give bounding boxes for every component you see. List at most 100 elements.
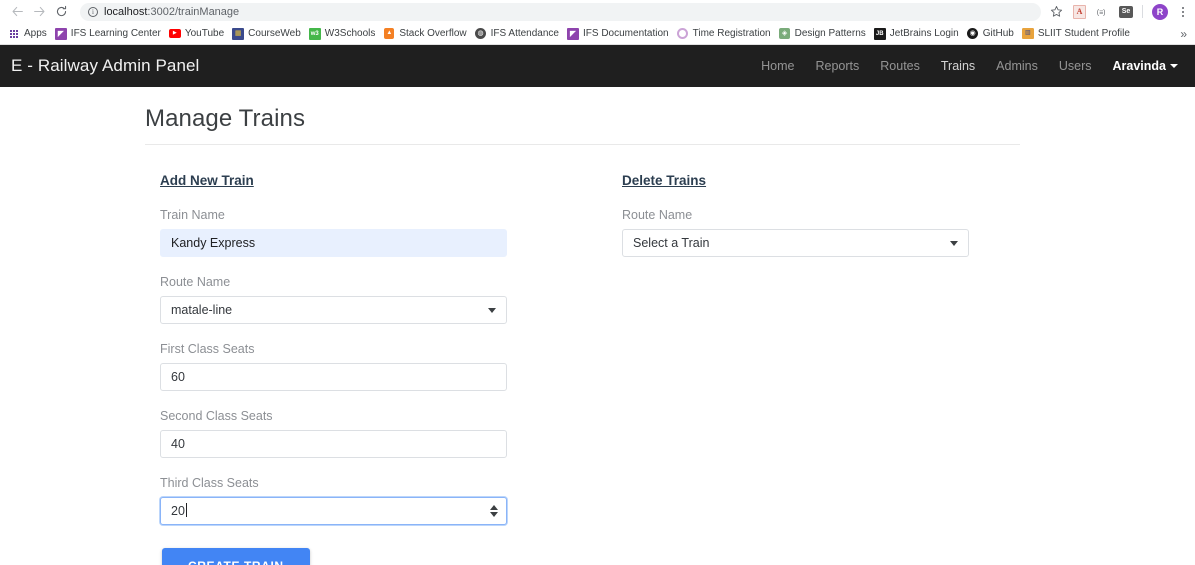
add-train-heading: Add New Train (160, 173, 254, 188)
github-icon: ◉ (967, 28, 979, 40)
bookmark-label: IFS Documentation (583, 28, 669, 39)
url-text: localhost:3002/trainManage (104, 6, 239, 18)
nav-item-reports[interactable]: Reports (816, 59, 860, 73)
bookmark-label: CourseWeb (248, 28, 301, 39)
chevron-down-icon (1170, 64, 1178, 68)
route-name-field: Route Name matale-line (160, 275, 607, 324)
text-cursor (185, 503, 187, 517)
delete-train-select[interactable]: Select a Train (622, 229, 969, 257)
user-name: Aravinda (1112, 59, 1167, 73)
stepper-up-icon[interactable] (490, 505, 498, 510)
nav-item-routes[interactable]: Routes (880, 59, 920, 73)
second-class-seats-input[interactable]: 40 (160, 430, 507, 458)
nav-item-home[interactable]: Home (761, 59, 794, 73)
bookmark-github[interactable]: ◉ GitHub (965, 28, 1020, 40)
apps-grid-icon (8, 28, 20, 40)
bookmark-sliit-student-profile[interactable]: ▥ SLIIT Student Profile (1020, 28, 1136, 40)
bookmark-label: W3Schools (324, 28, 376, 39)
browser-toolbar: i localhost:3002/trainManage A (≡) Se R (0, 0, 1195, 23)
create-train-button[interactable]: CREATE TRAIN (162, 548, 310, 565)
page-title: Manage Trains (145, 105, 306, 132)
bookmark-ifs-learning-center[interactable]: ◤ IFS Learning Center (53, 27, 167, 40)
train-name-field: Train Name Kandy Express (160, 208, 607, 257)
third-class-seats-field: Third Class Seats 20 (160, 476, 607, 525)
third-class-seats-value: 20 (171, 504, 185, 518)
bookmark-apps[interactable]: Apps (6, 28, 53, 40)
address-bar[interactable]: i localhost:3002/trainManage (80, 2, 1041, 21)
route-name-selected-value: matale-line (171, 303, 233, 317)
third-class-seats-input[interactable]: 20 (160, 497, 507, 525)
delete-trains-column: Delete Trains Route Name Select a Train (607, 172, 1020, 565)
sliit-icon: ▥ (1021, 28, 1034, 40)
browser-chrome: i localhost:3002/trainManage A (≡) Se R … (0, 0, 1195, 45)
youtube-icon (168, 28, 181, 40)
globe-icon: ◍ (475, 28, 487, 40)
nav-links: Home Reports Routes Trains Admins Users … (761, 59, 1178, 73)
info-icon[interactable]: i (88, 6, 98, 17)
courseweb-icon: ▦ (232, 27, 245, 40)
content-container: Manage Trains Add New Train Train Name K… (145, 87, 1020, 565)
bookmark-courseweb[interactable]: ▦ CourseWeb (230, 27, 307, 40)
chevron-down-icon (950, 240, 958, 246)
stepper-down-icon[interactable] (490, 512, 498, 517)
second-class-seats-label: Second Class Seats (160, 409, 273, 423)
bookmarks-overflow-icon[interactable]: » (1180, 27, 1189, 41)
stackoverflow-icon: ▲ (383, 28, 395, 40)
train-name-input[interactable]: Kandy Express (160, 229, 507, 257)
design-patterns-icon: ◈ (779, 28, 791, 40)
star-icon[interactable] (1049, 4, 1064, 19)
delete-route-name-field: Route Name Select a Train (622, 208, 1020, 257)
extension-icon[interactable]: (≡) (1095, 4, 1110, 19)
browser-menu-icon[interactable] (1177, 6, 1189, 17)
url-path: :3002/trainManage (147, 5, 240, 18)
bookmark-time-registration[interactable]: Time Registration (675, 28, 777, 40)
bookmark-stack-overflow[interactable]: ▲ Stack Overflow (381, 28, 472, 40)
page-content: Manage Trains Add New Train Train Name K… (0, 87, 1195, 565)
bookmark-label: Stack Overflow (399, 28, 467, 39)
selenium-extension-icon[interactable]: Se (1119, 5, 1133, 18)
bookmark-youtube[interactable]: YouTube (167, 28, 230, 40)
brand-title[interactable]: E - Railway Admin Panel (11, 56, 199, 76)
bookmark-label: YouTube (184, 28, 225, 39)
pdf-extension-icon[interactable]: A (1073, 4, 1086, 19)
bookmark-jetbrains-login[interactable]: JB JetBrains Login (872, 27, 965, 40)
nav-item-admins[interactable]: Admins (996, 59, 1038, 73)
w3schools-icon: w3 (308, 27, 321, 40)
bookmark-ifs-documentation[interactable]: ◤ IFS Documentation (565, 27, 675, 40)
first-class-seats-input[interactable]: 60 (160, 363, 507, 391)
delete-route-name-label: Route Name (622, 208, 693, 222)
first-class-seats-label: First Class Seats (160, 342, 255, 356)
bookmark-label: GitHub (982, 28, 1014, 39)
delete-train-selected-value: Select a Train (633, 236, 710, 250)
second-class-seats-field: Second Class Seats 40 (160, 409, 607, 458)
jetbrains-icon: JB (873, 27, 886, 40)
bookmark-label: JetBrains Login (889, 28, 959, 39)
first-class-seats-field: First Class Seats 60 (160, 342, 607, 391)
svg-text:(≡): (≡) (1096, 9, 1105, 16)
ifs-icon: ◤ (567, 27, 579, 40)
form-columns: Add New Train Train Name Kandy Express R… (145, 172, 1020, 565)
clock-circle-icon (677, 28, 689, 40)
number-stepper[interactable] (490, 505, 498, 517)
app-navbar: E - Railway Admin Panel Home Reports Rou… (0, 45, 1195, 87)
bookmark-ifs-attendance[interactable]: ◍ IFS Attendance (473, 28, 565, 40)
nav-item-users[interactable]: Users (1059, 59, 1092, 73)
bookmark-label: Time Registration (692, 28, 771, 39)
forward-arrow-icon[interactable] (28, 1, 50, 23)
toolbar-divider (1142, 5, 1143, 18)
third-class-seats-label: Third Class Seats (160, 476, 259, 490)
user-menu[interactable]: Aravinda (1112, 59, 1178, 73)
avatar[interactable]: R (1152, 3, 1168, 20)
chevron-down-icon (488, 307, 496, 313)
bookmark-label: Apps (24, 28, 47, 39)
bookmark-design-patterns[interactable]: ◈ Design Patterns (777, 28, 872, 40)
ifs-icon: ◤ (54, 27, 67, 40)
route-name-label: Route Name (160, 275, 231, 289)
nav-item-trains[interactable]: Trains (941, 59, 975, 73)
bookmark-w3schools[interactable]: w3 W3Schools (307, 27, 382, 40)
reload-icon[interactable] (50, 1, 72, 23)
bookmark-label: IFS Attendance (490, 28, 559, 39)
back-arrow-icon[interactable] (6, 1, 28, 23)
route-name-select[interactable]: matale-line (160, 296, 507, 324)
bookmark-label: SLIIT Student Profile (1037, 28, 1130, 39)
